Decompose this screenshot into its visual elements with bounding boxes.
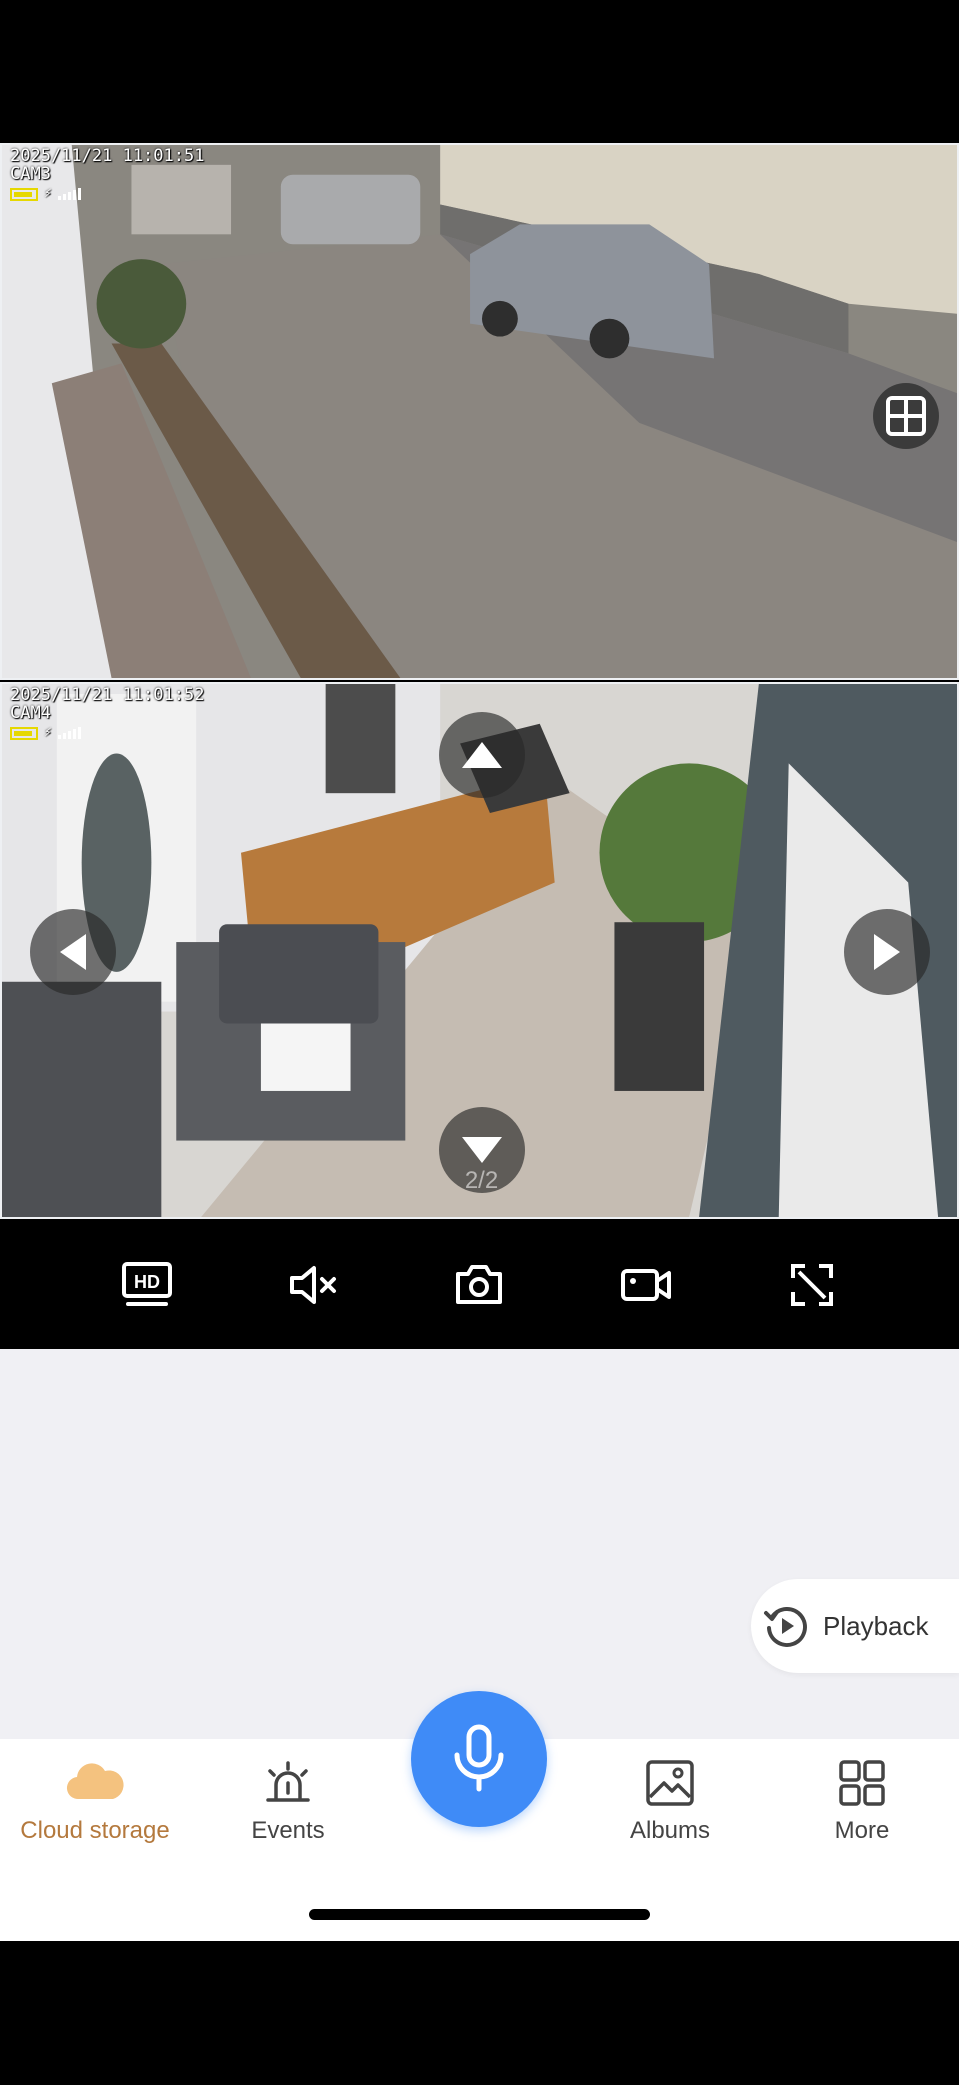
pan-up-button[interactable] (439, 712, 525, 798)
home-indicator[interactable] (309, 1909, 650, 1920)
expand-icon (790, 1264, 833, 1306)
tab-albums-label: Albums (629, 1817, 711, 1844)
four-squares-icon (839, 1760, 885, 1806)
status-bar-area (0, 0, 959, 143)
speaker-muted-icon (290, 1266, 337, 1304)
content-area: Playback (0, 1349, 959, 1739)
cam3-timestamp: 2025/11/21 11:01:51 (10, 146, 205, 166)
battery-icon (10, 187, 38, 201)
cam3-overlay: 2025/11/21 11:01:51 CAM3 ⚡ (10, 147, 204, 203)
battery-icon (10, 726, 38, 740)
cam4-status-indicators: ⚡ (10, 724, 204, 742)
cam4-overlay: 2025/11/21 11:01:52 CAM4 ⚡ (10, 686, 204, 742)
charging-icon: ⚡ (44, 725, 52, 740)
arrow-down-icon (462, 1137, 502, 1163)
cam4-label: CAM4 (10, 703, 51, 723)
tab-events[interactable]: Events (193, 1759, 383, 1845)
arrow-right-icon (874, 934, 900, 970)
tab-cloud-storage-label: Cloud storage (20, 1817, 170, 1844)
fullscreen-button[interactable] (780, 1253, 844, 1317)
cam4-timestamp: 2025/11/21 11:01:52 (10, 685, 205, 705)
grid-layout-button[interactable] (873, 383, 939, 449)
camera-feed-cam3[interactable]: 2025/11/21 11:01:51 CAM3 ⚡ (0, 143, 959, 680)
camera-feed-cam4[interactable]: 2025/11/21 11:01:52 CAM4 ⚡ 2/2 (0, 682, 959, 1219)
page-indicator: 2/2 (464, 1167, 499, 1194)
playback-button[interactable]: Playback (751, 1579, 959, 1673)
tab-more[interactable]: More (767, 1759, 957, 1845)
tab-more-label: More (834, 1817, 890, 1844)
hd-toggle-button[interactable]: HD (115, 1253, 179, 1317)
playback-label: Playback (823, 1610, 929, 1641)
pan-left-button[interactable] (30, 909, 116, 995)
history-clock-icon (764, 1607, 807, 1647)
cloud-icon (66, 1763, 124, 1800)
live-controls-toolbar: HD (0, 1221, 959, 1349)
snapshot-button[interactable] (447, 1253, 511, 1317)
record-button[interactable] (614, 1253, 678, 1317)
arrow-up-icon (462, 742, 502, 768)
alarm-siren-icon (266, 1761, 310, 1802)
microphone-icon (454, 1724, 504, 1792)
bottom-tab-bar: Cloud storage Events Albums More (0, 1691, 959, 1941)
hd-icon: HD (122, 1262, 173, 1306)
signal-icon (57, 727, 81, 739)
video-camera-icon (620, 1269, 671, 1301)
charging-icon: ⚡ (44, 186, 52, 201)
cam3-scene-image (2, 145, 957, 678)
talk-microphone-button[interactable] (411, 1691, 547, 1827)
camera-icon (456, 1265, 503, 1304)
tab-events-label: Events (251, 1817, 325, 1844)
arrow-left-icon (60, 934, 86, 970)
grid-icon (886, 396, 926, 436)
image-gallery-icon (646, 1760, 694, 1806)
pan-right-button[interactable] (844, 909, 930, 995)
tab-albums[interactable]: Albums (575, 1759, 765, 1845)
bottom-safe-area (0, 1941, 959, 2085)
svg-text:HD: HD (134, 1272, 160, 1292)
mute-button[interactable] (281, 1253, 345, 1317)
tab-cloud-storage[interactable]: Cloud storage (0, 1759, 190, 1845)
cam3-status-indicators: ⚡ (10, 185, 204, 203)
cam3-label: CAM3 (10, 164, 51, 184)
signal-icon (57, 188, 81, 200)
